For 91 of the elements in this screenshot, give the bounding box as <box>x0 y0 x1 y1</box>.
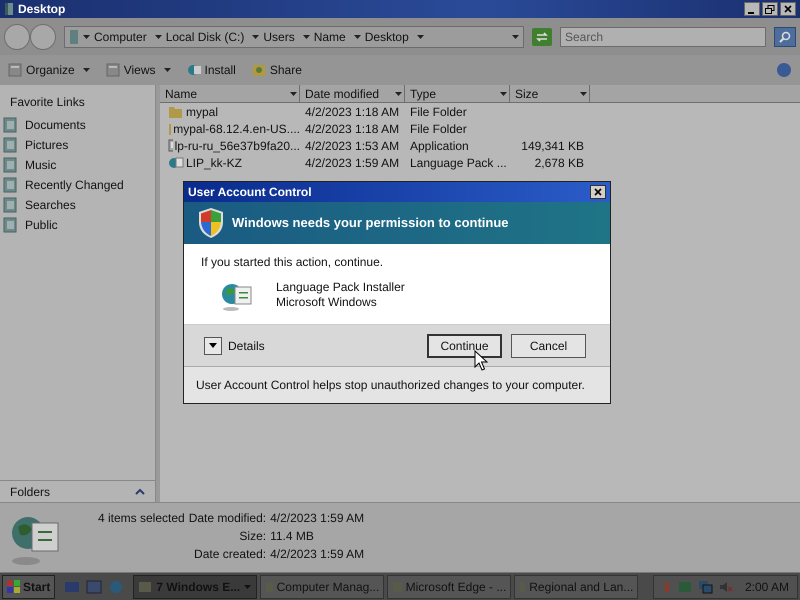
window-title: Desktop <box>18 1 66 18</box>
caret-icon <box>209 343 217 348</box>
date-cell: 4/2/2023 1:18 AM <box>305 122 400 136</box>
caret-icon[interactable] <box>395 92 402 96</box>
app-icon <box>138 580 152 594</box>
search-button[interactable] <box>774 26 796 46</box>
detail-value: 11.4 MB <box>270 528 315 545</box>
caret-icon[interactable] <box>354 34 361 38</box>
column-header[interactable]: Name <box>160 85 300 102</box>
caret-icon[interactable] <box>416 34 424 38</box>
toolbar-button[interactable]: Views <box>106 61 156 79</box>
column-header[interactable]: Type <box>405 85 510 102</box>
type-cell: Application <box>410 138 469 152</box>
caret-icon[interactable] <box>512 34 519 38</box>
breadcrumb-item[interactable]: Users <box>263 28 295 46</box>
size-cell: 2,678 KB <box>534 156 584 170</box>
continue-button[interactable]: Continue <box>427 334 502 358</box>
address-bar[interactable]: Computer Local Disk (C:) Users Name Desktop <box>64 26 524 48</box>
details-toggle[interactable] <box>204 336 222 354</box>
toolbar-icon <box>8 63 22 77</box>
caret-icon[interactable] <box>164 68 170 72</box>
publisher-name: Microsoft Windows <box>276 295 378 310</box>
sidebar-item[interactable]: Music <box>25 156 56 174</box>
detail-value: 4/2/2023 1:59 AM <box>270 546 364 563</box>
caret-icon[interactable] <box>252 34 260 38</box>
close-icon <box>784 5 792 13</box>
size-cell: 149,341 KB <box>521 138 584 152</box>
close-button[interactable] <box>780 2 796 16</box>
date-cell: 4/2/2023 1:59 AM <box>305 156 400 170</box>
toolbar-button[interactable]: Organize <box>8 61 75 79</box>
prompt-text: If you started this action, continue. <box>201 254 384 271</box>
caret-icon[interactable] <box>500 92 507 96</box>
caret-icon[interactable] <box>302 34 310 38</box>
file-name[interactable]: mypal-68.12.4.en-US.... <box>173 120 300 138</box>
close-icon <box>594 188 602 196</box>
selection-summary: 4 items selected <box>97 510 185 527</box>
type-cell: File Folder <box>410 104 467 118</box>
mouse-cursor-icon <box>474 350 488 372</box>
toolbar-button[interactable]: Install <box>186 61 236 79</box>
breadcrumb-item[interactable]: Desktop <box>364 28 409 46</box>
breadcrumb-item[interactable]: Name <box>314 28 346 46</box>
toolbar-button[interactable]: Share <box>252 61 302 79</box>
sidebar-item[interactable]: Searches <box>25 196 76 214</box>
chevron-up-icon[interactable] <box>135 488 145 495</box>
detail-label: Size: <box>238 528 266 545</box>
shield-icon <box>198 207 224 239</box>
language-pack-icon <box>168 154 184 170</box>
details-label: Details <box>228 338 265 354</box>
people-icon <box>252 63 266 77</box>
caret-icon[interactable] <box>83 34 90 38</box>
file-name[interactable]: LIP_kk-KZ <box>186 154 242 172</box>
file-name[interactable]: mypal <box>186 102 218 120</box>
breadcrumb-item[interactable]: Computer <box>94 28 147 46</box>
sidebar-item[interactable]: Recently Changed <box>25 176 124 194</box>
type-cell: Language Pack ... <box>410 156 507 170</box>
minimize-icon <box>748 11 756 15</box>
caret-icon[interactable] <box>82 68 90 72</box>
close-button[interactable] <box>590 185 606 199</box>
restore-icon <box>765 4 775 14</box>
globe-icon <box>186 63 200 77</box>
sidebar-item[interactable]: Documents <box>25 116 86 134</box>
column-header[interactable]: Date modified <box>300 85 405 102</box>
file-name[interactable]: lp-ru-ru_56e37b9fa20... <box>174 136 300 154</box>
search-field[interactable]: Search <box>560 26 766 46</box>
folders-toggle[interactable]: Folders <box>10 482 50 500</box>
cancel-button[interactable]: Cancel <box>511 334 586 358</box>
toolbar-icon <box>106 63 120 77</box>
dialog-title: User Account Control <box>188 184 312 201</box>
restore-button[interactable] <box>762 2 778 16</box>
caret-icon <box>244 584 252 588</box>
sidebar-item[interactable]: Pictures <box>25 136 68 154</box>
caret-icon[interactable] <box>154 34 162 38</box>
sidebar-item[interactable]: Public <box>25 216 58 234</box>
detail-label: Date created: <box>193 546 266 563</box>
minimize-button[interactable] <box>744 2 760 16</box>
detail-label: Date modified: <box>188 510 266 527</box>
column-header[interactable]: Size <box>510 85 590 102</box>
type-cell: File Folder <box>410 122 467 136</box>
detail-value: 4/2/2023 1:59 AM <box>270 510 364 527</box>
footer-text: User Account Control helps stop unauthorized changes to your computer. <box>196 377 585 394</box>
date-cell: 4/2/2023 1:53 AM <box>305 138 400 152</box>
sidebar-heading: Favorite Links <box>10 95 85 109</box>
windows-logo-icon <box>7 580 20 593</box>
refresh-icon[interactable] <box>532 28 552 46</box>
search-icon <box>779 30 791 42</box>
dialog-heading: Windows needs your permission to continue <box>232 214 509 232</box>
caret-icon[interactable] <box>580 92 587 96</box>
caret-icon[interactable] <box>290 92 297 96</box>
date-cell: 4/2/2023 1:18 AM <box>305 104 400 118</box>
breadcrumb-item[interactable]: Local Disk (C:) <box>166 28 244 46</box>
program-name: Language Pack Installer <box>276 280 405 295</box>
